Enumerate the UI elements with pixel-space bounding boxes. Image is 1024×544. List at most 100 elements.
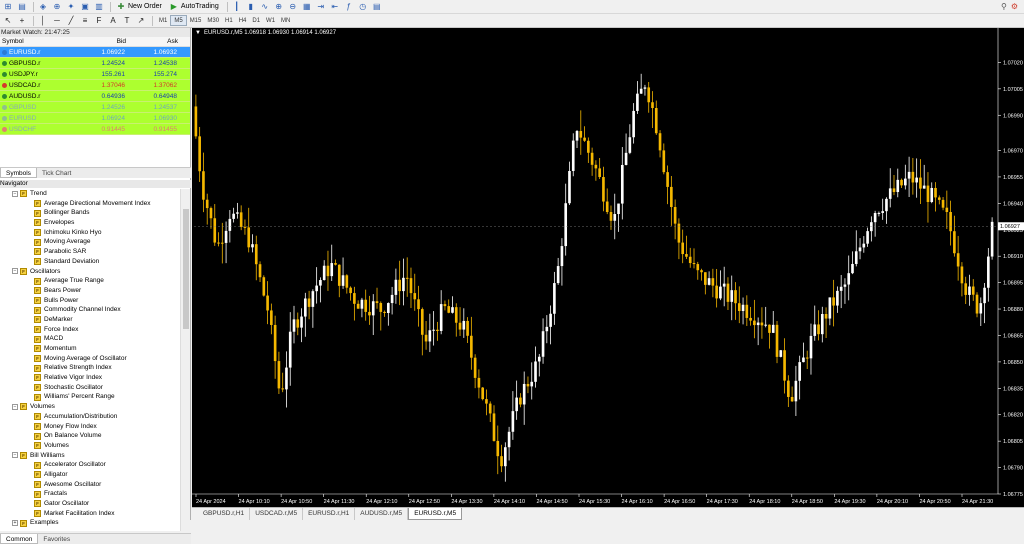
indicator-item[interactable]: F Bulls Power	[0, 296, 180, 306]
indicator-item[interactable]: F Bollinger Bands	[0, 208, 180, 218]
timeframe-button[interactable]: D1	[249, 15, 263, 26]
market-watch-row[interactable]: GBPUSD 1.24526 1.24537	[0, 102, 190, 113]
chart-tab[interactable]: AUDUSD.r,M5	[355, 508, 409, 520]
scrollbar-thumb[interactable]	[183, 209, 189, 329]
timeframe-button[interactable]: W1	[263, 15, 278, 26]
tab-tick-chart[interactable]: Tick Chart	[37, 168, 76, 178]
navigator-folder[interactable]: − F Trend	[0, 189, 180, 199]
navigator-icon[interactable]: ✦	[65, 1, 77, 12]
indicator-item[interactable]: F Average True Range	[0, 276, 180, 286]
chart-menu-icon[interactable]: ▼	[195, 30, 201, 36]
indicator-item[interactable]: F DeMarker	[0, 315, 180, 325]
indicator-item[interactable]: F Momentum	[0, 344, 180, 354]
indicator-item[interactable]: F Alligator	[0, 470, 180, 480]
indicator-item[interactable]: F Market Facilitation Index	[0, 509, 180, 519]
trendline-icon[interactable]: ╱	[65, 15, 77, 26]
navigator-scrollbar[interactable]	[180, 189, 190, 531]
templates-icon[interactable]: ▤	[371, 1, 383, 12]
indicator-item[interactable]: F Money Flow Index	[0, 422, 180, 432]
indicator-item[interactable]: F Average Directional Movement Index	[0, 199, 180, 209]
timeframe-button[interactable]: M1	[156, 15, 170, 26]
collapse-icon[interactable]: −	[12, 403, 18, 410]
indicator-item[interactable]: F Ichimoku Kinko Hyo	[0, 228, 180, 238]
market-watch-row[interactable]: USDCHF 0.91445 0.91455	[0, 124, 190, 135]
text-label-icon[interactable]: T	[121, 15, 133, 26]
indicator-item[interactable]: F Gator Oscillator	[0, 499, 180, 509]
indicator-item[interactable]: F Awesome Oscillator	[0, 480, 180, 490]
chart-tab[interactable]: EURUSD.r,H1	[303, 508, 356, 520]
indicator-item[interactable]: F Fractals	[0, 489, 180, 499]
timeframe-button[interactable]: M5	[170, 15, 187, 26]
periods-icon[interactable]: ◷	[357, 1, 369, 12]
column-header[interactable]: Ask	[126, 37, 178, 46]
timeframe-button[interactable]: M30	[204, 15, 222, 26]
indicator-item[interactable]: F Accumulation/Distribution	[0, 412, 180, 422]
indicator-item[interactable]: F Moving Average of Oscillator	[0, 354, 180, 364]
indicator-item[interactable]: F Force Index	[0, 325, 180, 335]
indicator-item[interactable]: F On Balance Volume	[0, 431, 180, 441]
fibonacci-icon[interactable]: F	[93, 15, 105, 26]
vertical-line-icon[interactable]: │	[37, 15, 49, 26]
zoom-out-icon[interactable]: ⊖	[287, 1, 299, 12]
indicator-item[interactable]: F Parabolic SAR	[0, 247, 180, 257]
line-chart-icon[interactable]: ∿	[259, 1, 271, 12]
zoom-in-icon[interactable]: ⊕	[273, 1, 285, 12]
timeframe-button[interactable]: H4	[236, 15, 250, 26]
indicator-item[interactable]: F Envelopes	[0, 218, 180, 228]
new-chart-icon[interactable]: ⊞	[2, 1, 14, 12]
market-watch-row[interactable]: AUDUSD.r 0.64936 0.64948	[0, 91, 190, 102]
search-icon[interactable]: ⚲	[1001, 2, 1007, 11]
market-watch-row[interactable]: EURUSD 1.06924 1.06930	[0, 113, 190, 124]
market-watch-row[interactable]: USDCAD.r 1.37046 1.37062	[0, 80, 190, 91]
cursor-icon[interactable]: ↖	[2, 15, 14, 26]
profiles-icon[interactable]: ▤	[16, 1, 28, 12]
chart-tab[interactable]: USDCAD.r,M5	[250, 508, 304, 520]
indicator-item[interactable]: F Relative Vigor Index	[0, 373, 180, 383]
column-header[interactable]: Symbol	[0, 37, 80, 46]
timeframe-button[interactable]: H1	[222, 15, 236, 26]
indicator-item[interactable]: F Relative Strength Index	[0, 363, 180, 373]
chart-window[interactable]: 1.07020 1.07005 1.06990 1.06970 1.06955 1.069…	[192, 28, 1024, 507]
collapse-icon[interactable]: −	[12, 190, 18, 197]
indicator-item[interactable]: F Standard Deviation	[0, 257, 180, 267]
text-icon[interactable]: A	[107, 15, 119, 26]
equidistant-channel-icon[interactable]: ≡	[79, 15, 91, 26]
tab-common[interactable]: Common	[0, 534, 39, 544]
market-watch-row[interactable]: USDJPY.r 155.261 155.274	[0, 69, 190, 80]
tile-windows-icon[interactable]: ▦	[301, 1, 313, 12]
candlestick-icon[interactable]: ▮	[245, 1, 257, 12]
arrows-icon[interactable]: ↗	[135, 15, 147, 26]
autoscroll-icon[interactable]: ⇥	[315, 1, 327, 12]
market-watch-icon[interactable]: ◈	[37, 1, 49, 12]
indicator-item[interactable]: F Bears Power	[0, 286, 180, 296]
autotrading-button[interactable]: ▶ AutoTrading	[167, 1, 221, 12]
bar-chart-icon[interactable]: ┃	[231, 1, 243, 12]
settings-icon[interactable]: ⚙	[1011, 2, 1018, 11]
terminal-icon[interactable]: ▣	[79, 1, 91, 12]
indicator-item[interactable]: F MACD	[0, 334, 180, 344]
chart-tab[interactable]: GBPUSD.r,H1	[198, 508, 251, 520]
navigator-folder[interactable]: − F Oscillators	[0, 267, 180, 277]
collapse-icon[interactable]: −	[12, 268, 18, 275]
horizontal-line-icon[interactable]: ─	[51, 15, 63, 26]
market-watch-row[interactable]: GBPUSD.r 1.24524 1.24538	[0, 58, 190, 69]
data-window-icon[interactable]: ⊕	[51, 1, 63, 12]
indicator-item[interactable]: F Moving Average	[0, 237, 180, 247]
indicator-item[interactable]: F Commodity Channel Index	[0, 305, 180, 315]
chart-shift-icon[interactable]: ⇤	[329, 1, 341, 12]
indicator-item[interactable]: F Stochastic Oscillator	[0, 383, 180, 393]
navigator-folder[interactable]: − F Bill Williams	[0, 451, 180, 461]
indicators-icon[interactable]: ƒ	[343, 1, 355, 12]
indicator-item[interactable]: F Volumes	[0, 441, 180, 451]
market-watch-row[interactable]: EURUSD.r 1.06922 1.06932	[0, 47, 190, 58]
chart-tab[interactable]: EURUSD.r,M5	[408, 508, 463, 520]
crosshair-icon[interactable]: +	[16, 15, 28, 26]
navigator-folder[interactable]: − F Volumes	[0, 402, 180, 412]
indicator-item[interactable]: F Accelerator Oscillator	[0, 460, 180, 470]
tab-favorites[interactable]: Favorites	[38, 534, 75, 544]
timeframe-button[interactable]: MN	[278, 15, 293, 26]
new-order-button[interactable]: ✚ New Order	[114, 1, 164, 12]
column-header[interactable]: Bid	[80, 37, 126, 46]
strategy-tester-icon[interactable]: ▥	[93, 1, 105, 12]
tab-symbols[interactable]: Symbols	[0, 168, 37, 178]
